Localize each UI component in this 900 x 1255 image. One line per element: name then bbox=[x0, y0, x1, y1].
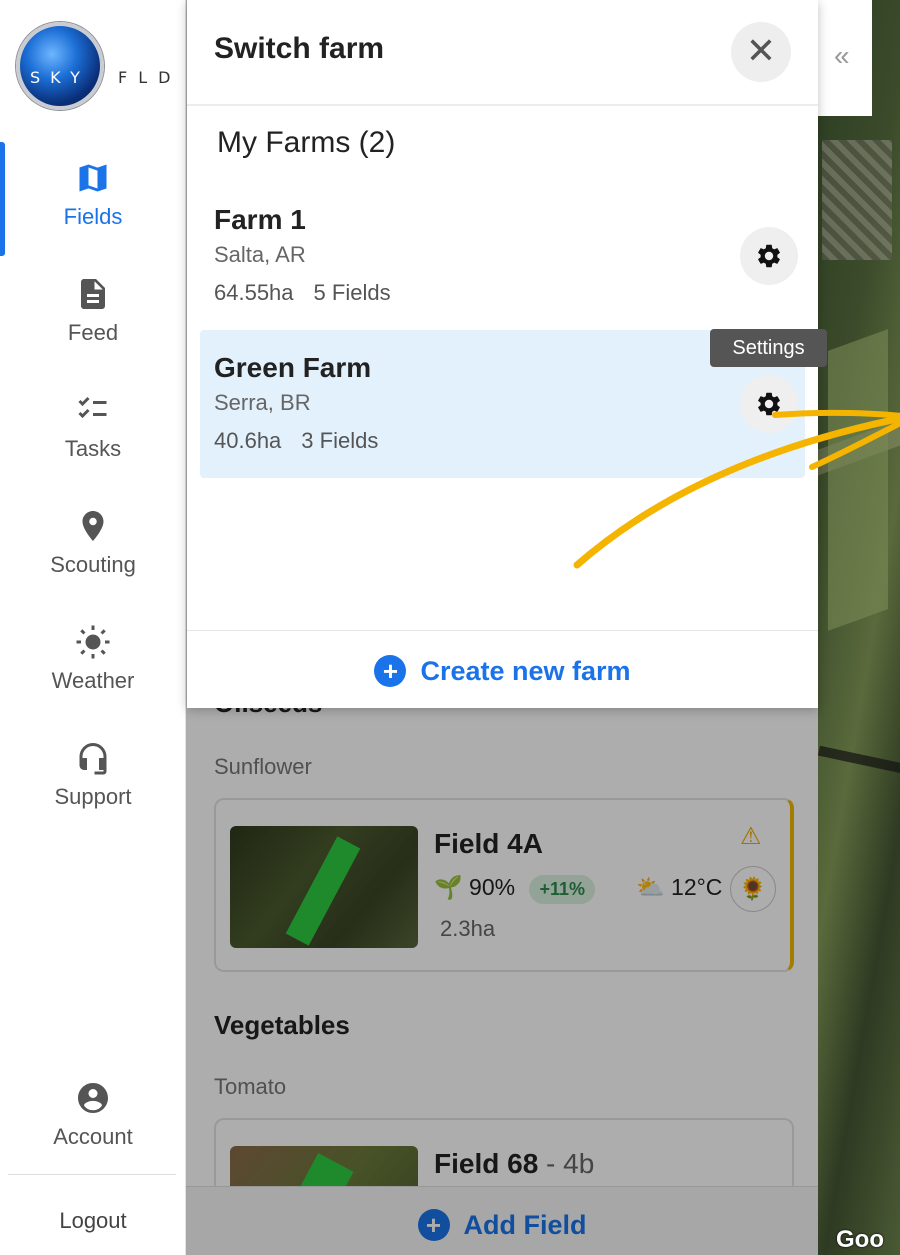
map-houses bbox=[822, 140, 892, 260]
collapse-panel-button[interactable]: « bbox=[818, 0, 872, 116]
logo-text-left: SKY bbox=[30, 68, 90, 87]
farm-location: Salta, AR bbox=[214, 242, 306, 267]
farm-fields-count: 3 Fields bbox=[301, 428, 379, 453]
farm-item-farm-1[interactable]: Farm 1 Salta, AR 64.55ha 5 Fields bbox=[200, 182, 805, 330]
farm-location: Serra, BR bbox=[214, 390, 311, 415]
sidebar-item-feed[interactable]: Feed bbox=[0, 276, 186, 346]
sidebar-item-label: Account bbox=[53, 1124, 133, 1149]
map-attribution: Goo bbox=[836, 1226, 884, 1253]
sidebar-item-label: Feed bbox=[67, 320, 119, 345]
sidebar-item-label: Fields bbox=[63, 204, 123, 229]
location-pin-icon bbox=[82, 511, 104, 541]
double-chevron-left-icon: « bbox=[834, 40, 850, 71]
create-new-farm-button[interactable]: + Create new farm bbox=[374, 655, 631, 687]
app-logo: SKY FLD bbox=[14, 22, 174, 112]
document-icon bbox=[81, 279, 105, 309]
plus-circle-icon: + bbox=[374, 655, 407, 687]
headset-icon bbox=[79, 743, 107, 775]
sidebar-item-scouting[interactable]: Scouting bbox=[0, 508, 186, 578]
sidebar-item-label: Tasks bbox=[64, 436, 122, 461]
switch-farm-dialog: Switch farm ✕ My Farms (2) Farm 1 Salta,… bbox=[187, 0, 900, 708]
sidebar-item-label: Weather bbox=[51, 668, 135, 693]
farm-name: Green Farm bbox=[214, 352, 372, 383]
settings-tooltip: Settings bbox=[710, 329, 827, 367]
sidebar-item-weather[interactable]: Weather bbox=[0, 624, 186, 694]
dialog-title: Switch farm bbox=[214, 32, 385, 65]
farm-settings-button[interactable] bbox=[740, 227, 798, 285]
farm-stats: 64.55ha 5 Fields bbox=[214, 280, 391, 306]
sidebar-item-fields[interactable]: Fields bbox=[0, 160, 186, 230]
logout-button[interactable]: Logout bbox=[0, 1208, 186, 1234]
farm-fields-count: 5 Fields bbox=[313, 280, 391, 305]
logo-text-right: FLD bbox=[118, 68, 182, 87]
sidebar-item-tasks[interactable]: Tasks bbox=[0, 392, 186, 462]
farm-stats: 40.6ha 3 Fields bbox=[214, 428, 378, 454]
annotation-arrow-icon bbox=[573, 409, 900, 569]
farm-area: 64.55ha bbox=[214, 280, 294, 305]
farm-name: Farm 1 bbox=[214, 204, 306, 235]
sidebar-item-label: Scouting bbox=[50, 552, 136, 577]
gear-icon bbox=[758, 244, 780, 268]
sidebar-item-support[interactable]: Support bbox=[0, 740, 186, 810]
sidebar-item-account[interactable]: Account bbox=[0, 1080, 186, 1150]
dialog-footer: + Create new farm bbox=[187, 630, 818, 708]
farm-area: 40.6ha bbox=[214, 428, 282, 453]
create-new-farm-label: Create new farm bbox=[420, 655, 631, 686]
sun-icon bbox=[76, 625, 110, 659]
close-button[interactable]: ✕ bbox=[731, 22, 791, 82]
account-icon bbox=[78, 1083, 108, 1113]
sidebar-item-label: Support bbox=[54, 784, 132, 809]
globe-logo-icon bbox=[16, 22, 104, 110]
close-icon: ✕ bbox=[745, 30, 777, 71]
map-road bbox=[818, 745, 900, 775]
sidebar-divider bbox=[8, 1174, 176, 1175]
my-farms-title: My Farms (2) bbox=[217, 126, 396, 159]
map-view[interactable] bbox=[818, 0, 900, 1255]
map-icon bbox=[79, 164, 107, 192]
dialog-header: Switch farm ✕ bbox=[187, 0, 818, 106]
sidebar: SKY FLD Fields Feed Tasks Scouting Weath… bbox=[0, 0, 186, 1255]
checklist-icon bbox=[78, 396, 107, 419]
